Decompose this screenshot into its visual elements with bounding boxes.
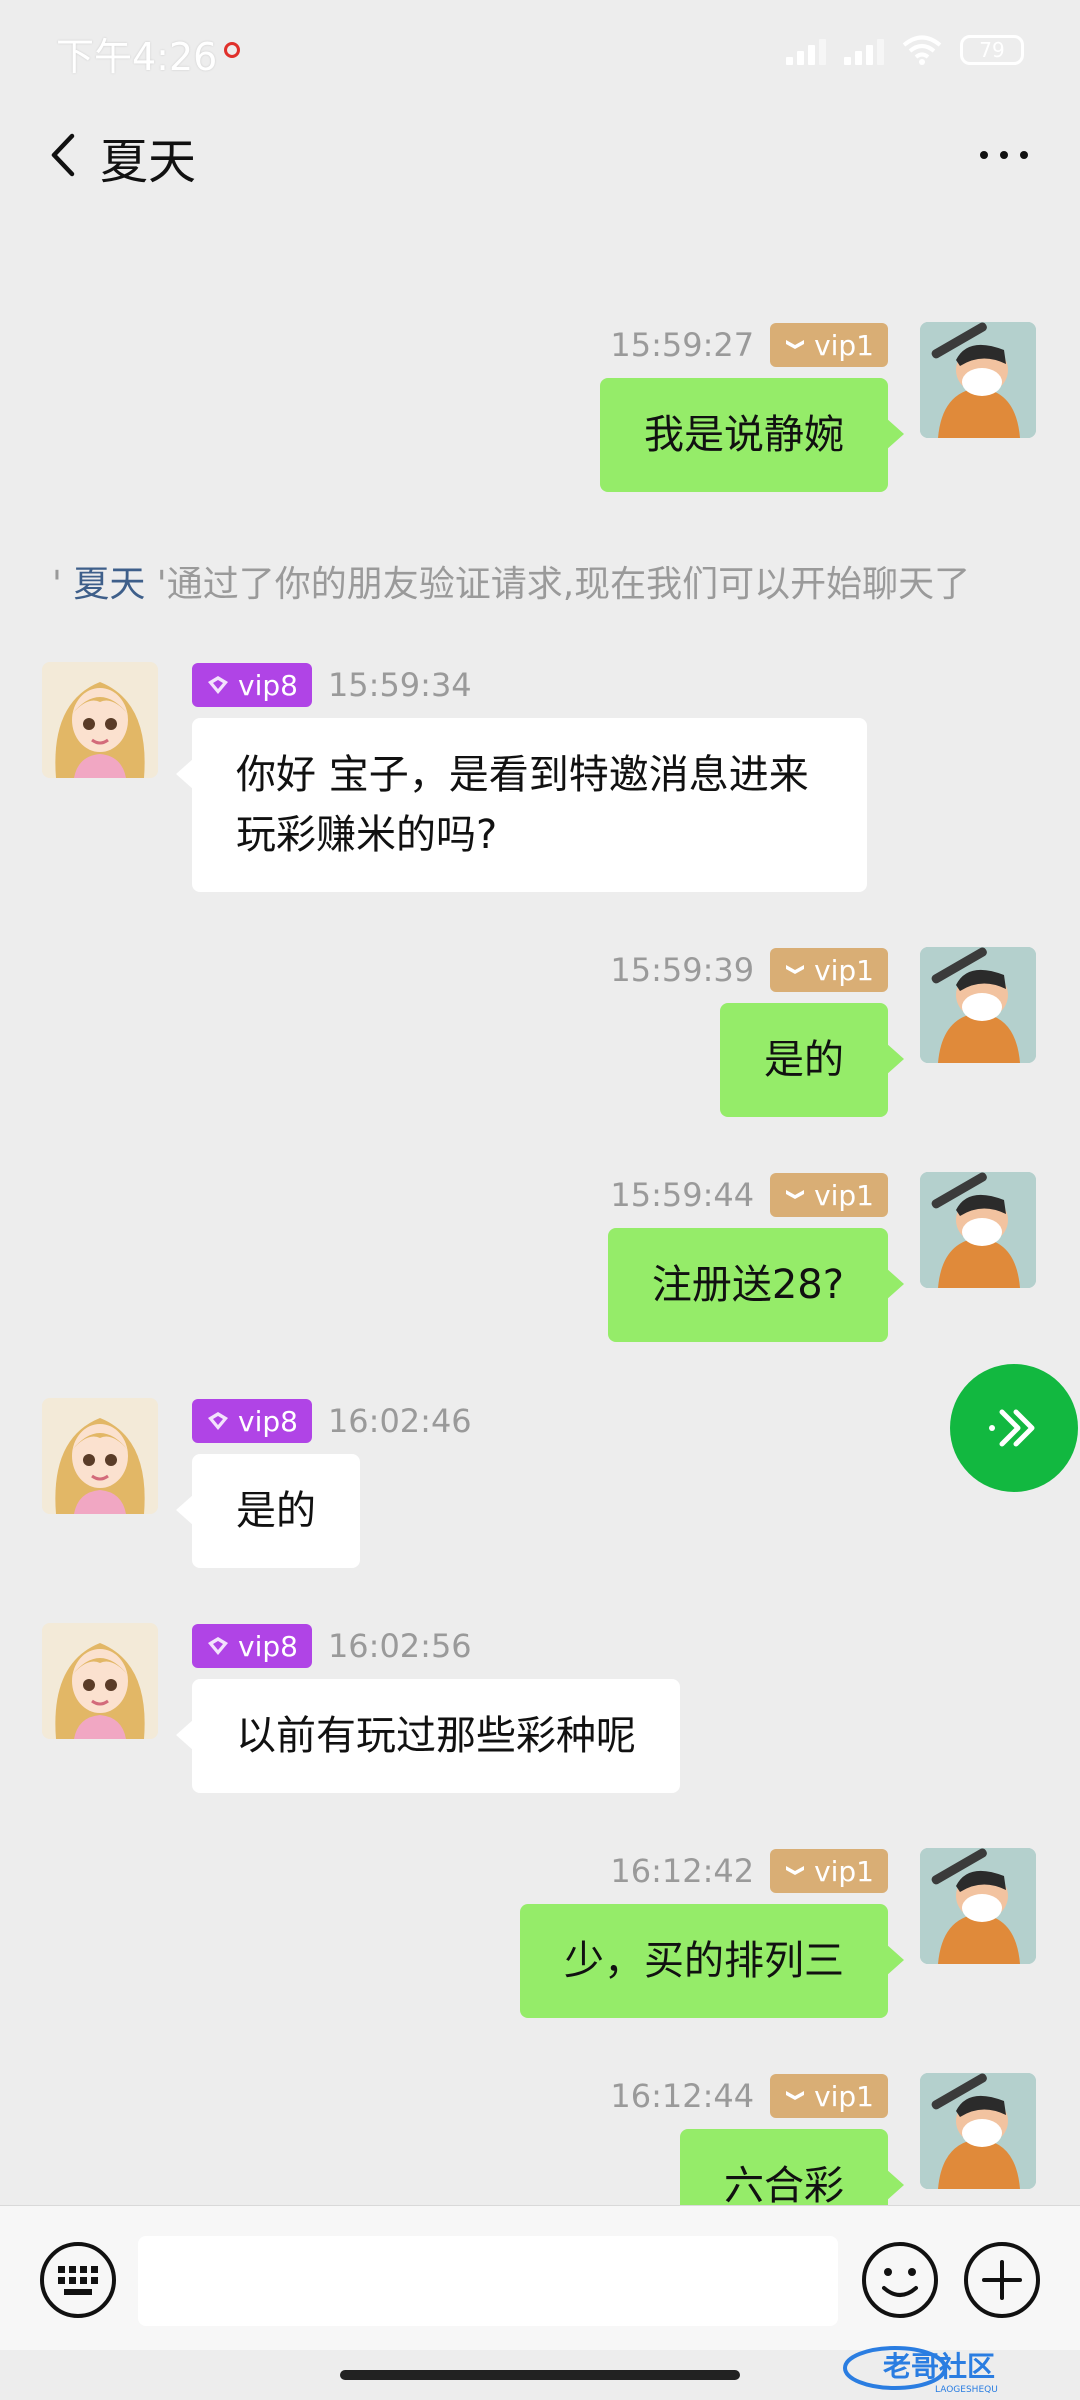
svg-text:老哥社区: 老哥社区 [883, 2350, 995, 2383]
message-bubble[interactable]: 我是说静婉 [600, 378, 904, 492]
message-bubble[interactable]: 注册送28? [607, 1228, 905, 1342]
vip-badge: vip1 [770, 948, 888, 992]
avatar[interactable] [920, 947, 1036, 1063]
vip-badge: vip8 [192, 1624, 312, 1668]
battery-indicator: 79 [960, 35, 1024, 65]
chat-header: 夏天 [0, 100, 1080, 210]
message-time: 16:12:44 [610, 2077, 755, 2115]
message-time: 16:02:56 [327, 1627, 472, 1665]
message-meta: vip8 15:59:34 [192, 662, 472, 708]
scroll-to-new-button[interactable] [950, 1364, 1078, 1492]
avatar[interactable] [42, 662, 158, 778]
message-time: 16:12:42 [610, 1852, 755, 1890]
message-meta: 16:12:44 vip1 [610, 2073, 888, 2119]
keyboard-icon[interactable] [38, 2240, 118, 2320]
input-bar [0, 2205, 1080, 2350]
vip-badge-icon [786, 340, 805, 349]
vip-label: vip1 [814, 2079, 874, 2113]
vip-badge: vip1 [770, 1173, 888, 1217]
vip-badge-icon [786, 2091, 805, 2100]
message-input[interactable] [138, 2236, 838, 2326]
vip-badge-icon [786, 965, 805, 974]
message-bubble[interactable]: 是的 [176, 1454, 360, 1568]
system-message: ' 夏天 '通过了你的朋友验证请求,现在我们可以开始聊天了 [52, 564, 971, 605]
message-bubble[interactable]: 六合彩 [680, 2129, 904, 2205]
vip-label: vip1 [814, 1854, 874, 1888]
vip-label: vip8 [238, 1629, 298, 1663]
message-meta: vip8 16:02:56 [192, 1623, 472, 1669]
plus-icon[interactable] [962, 2240, 1042, 2320]
vip-badge-icon [208, 1412, 228, 1430]
watermark-logo: 老哥社区 LAOGESHEQU [843, 2346, 998, 2395]
message-time: 16:02:46 [327, 1402, 472, 1440]
status-bar: 下午4:26 79 [0, 0, 1080, 100]
vip-badge: vip1 [770, 2074, 888, 2118]
status-icons: 79 [786, 34, 1024, 66]
message-meta: 15:59:44 vip1 [610, 1172, 888, 1218]
chat-area[interactable]: 15:59:27 vip1 我是说静婉 ' 夏天 '通过了你的朋友验证请求,现在… [0, 210, 1080, 2205]
vip-label: vip8 [238, 668, 298, 702]
avatar[interactable] [920, 1172, 1036, 1288]
vip-label: vip1 [814, 1178, 874, 1212]
status-time: 下午4:26 [56, 35, 218, 79]
vip-badge: vip1 [770, 1849, 888, 1893]
message-meta: 15:59:39 vip1 [610, 947, 888, 993]
message-time: 15:59:34 [327, 666, 472, 704]
vip-badge-icon [786, 1190, 805, 1199]
wifi-icon [902, 35, 942, 65]
double-chevron-icon [989, 1409, 1035, 1447]
back-icon[interactable] [42, 130, 86, 180]
message-bubble[interactable]: 是的 [720, 1003, 904, 1117]
message-time: 15:59:39 [610, 951, 755, 989]
signal-icon-2 [844, 35, 884, 65]
vip-badge: vip1 [770, 323, 888, 367]
message-meta: 16:12:42 vip1 [610, 1848, 888, 1894]
system-message-name[interactable]: 夏天 [73, 564, 145, 605]
vip-badge-icon [786, 1866, 805, 1875]
message-bubble[interactable]: 少，买的排列三 [520, 1904, 904, 2018]
avatar[interactable] [42, 1398, 158, 1514]
signal-icon [786, 35, 826, 65]
message-time: 15:59:44 [610, 1176, 755, 1214]
avatar[interactable] [920, 2073, 1036, 2189]
vip-badge: vip8 [192, 1399, 312, 1443]
more-icon[interactable] [974, 130, 1034, 180]
vip-label: vip8 [238, 1404, 298, 1438]
home-indicator[interactable] [340, 2370, 740, 2380]
vip-badge-icon [208, 676, 228, 694]
emoji-icon[interactable] [860, 2240, 940, 2320]
svg-text:LAOGESHEQU: LAOGESHEQU [935, 2385, 998, 2395]
message-time: 15:59:27 [610, 326, 755, 364]
avatar[interactable] [42, 1623, 158, 1739]
page-title: 夏天 [100, 134, 197, 190]
vip-badge: vip8 [192, 663, 312, 707]
avatar[interactable] [920, 322, 1036, 438]
vip-label: vip1 [814, 953, 874, 987]
message-meta: vip8 16:02:46 [192, 1398, 472, 1444]
avatar[interactable] [920, 1848, 1036, 1964]
message-meta: 15:59:27 vip1 [610, 322, 888, 368]
message-bubble[interactable]: 以前有玩过那些彩种呢 [176, 1679, 680, 1793]
notification-icon [224, 42, 240, 58]
vip-label: vip1 [814, 328, 874, 362]
message-bubble[interactable]: 你好 宝子，是看到特邀消息进来玩彩赚米的吗? [176, 718, 867, 892]
vip-badge-icon [208, 1637, 228, 1655]
